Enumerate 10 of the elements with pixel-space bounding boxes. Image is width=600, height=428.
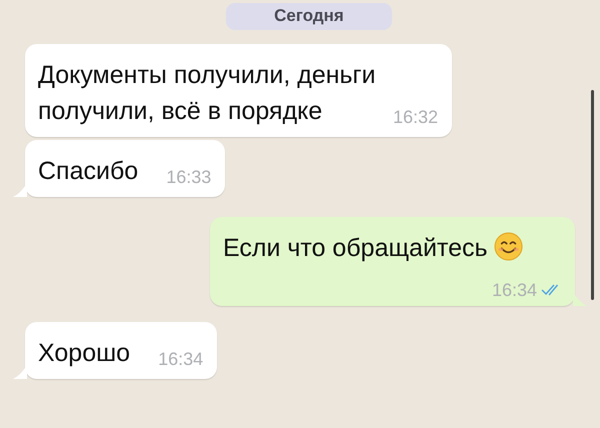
message-text: Документы получили, деньги получили, всё в порядке bbox=[38, 61, 376, 125]
message-time: 16:32 bbox=[392, 106, 438, 129]
message-time: 16:33 bbox=[166, 166, 212, 189]
date-chip: Сегодня bbox=[226, 3, 392, 30]
message-time: 16:34 bbox=[158, 348, 204, 371]
message-text: Хорошо bbox=[38, 339, 130, 367]
message-time: 16:34 bbox=[492, 279, 537, 302]
message-text: Спасибо bbox=[38, 157, 138, 185]
scroll-bar[interactable] bbox=[591, 90, 594, 300]
message-text: Если что обращайтесь bbox=[223, 234, 488, 262]
